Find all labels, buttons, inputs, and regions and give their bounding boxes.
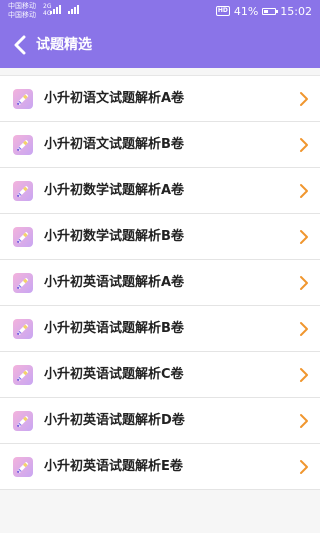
list-item-label: 小升初数学试题解析A卷 — [44, 183, 185, 198]
list-item[interactable]: 小升初数学试题解析A卷 — [0, 168, 320, 214]
pencil-icon — [12, 272, 34, 294]
pencil-icon — [12, 88, 34, 110]
list-item-label: 小升初英语试题解析B卷 — [44, 321, 184, 336]
pencil-icon — [12, 364, 34, 386]
list-item[interactable]: 小升初英语试题解析C卷 — [0, 352, 320, 398]
list-item[interactable]: 小升初英语试题解析A卷 — [0, 260, 320, 306]
chevron-right-icon — [298, 182, 310, 200]
list-item-label: 小升初英语试题解析A卷 — [44, 275, 185, 290]
pencil-icon — [12, 226, 34, 248]
pencil-icon — [12, 318, 34, 340]
list-item-label: 小升初英语试题解析C卷 — [44, 367, 184, 382]
status-time: 15:02 — [280, 4, 312, 18]
chevron-right-icon — [298, 412, 310, 430]
pencil-icon — [12, 410, 34, 432]
battery-percent: 41% — [233, 4, 259, 18]
list-item[interactable]: 小升初英语试题解析E卷 — [0, 444, 320, 490]
pencil-icon — [12, 456, 34, 478]
list-item-label: 小升初英语试题解析E卷 — [44, 459, 183, 474]
back-button[interactable] — [6, 30, 34, 60]
signal-1-icon — [50, 5, 61, 14]
carrier-1-label: 中国移动 — [8, 2, 36, 10]
list-item[interactable]: 小升初数学试题解析B卷 — [0, 214, 320, 260]
pencil-icon — [12, 134, 34, 156]
chevron-right-icon — [298, 458, 310, 476]
status-bar: 中国移动 中国移动 2G 4G HD 41% 15:02 — [0, 0, 320, 22]
list-item[interactable]: 小升初语文试题解析A卷 — [0, 76, 320, 122]
chevron-right-icon — [298, 320, 310, 338]
chevron-left-icon — [14, 35, 26, 55]
pencil-icon — [12, 180, 34, 202]
list-item[interactable]: 小升初英语试题解析B卷 — [0, 306, 320, 352]
list-item-label: 小升初语文试题解析A卷 — [44, 91, 185, 106]
list-item-label: 小升初语文试题解析B卷 — [44, 137, 184, 152]
signal-2-icon — [68, 5, 79, 14]
chevron-right-icon — [298, 228, 310, 246]
list-item[interactable]: 小升初语文试题解析B卷 — [0, 122, 320, 168]
status-right: HD 41% 15:02 — [215, 0, 312, 22]
exam-list: 小升初语文试题解析A卷 小升初语文试题解析B卷 小升初数学试题解析A卷 小升初数学试题… — [0, 75, 320, 490]
hd-badge: HD — [215, 6, 230, 16]
chevron-right-icon — [298, 274, 310, 292]
list-item-label: 小升初英语试题解析D卷 — [44, 413, 185, 428]
list-item-label: 小升初数学试题解析B卷 — [44, 229, 184, 244]
list-item[interactable]: 小升初英语试题解析D卷 — [0, 398, 320, 444]
chevron-right-icon — [298, 366, 310, 384]
app-bar: 试题精选 — [0, 22, 320, 68]
carrier-2-label: 中国移动 — [8, 11, 36, 19]
battery-icon — [262, 7, 279, 15]
carrier-info: 中国移动 中国移动 — [8, 2, 36, 20]
page-title: 试题精选 — [36, 37, 92, 53]
chevron-right-icon — [298, 90, 310, 108]
chevron-right-icon — [298, 136, 310, 154]
